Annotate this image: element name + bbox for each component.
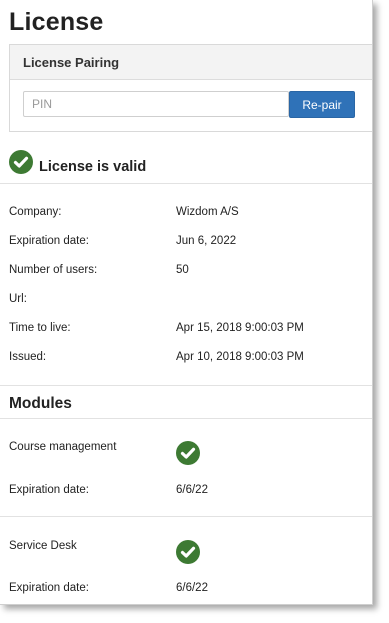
license-pairing-header: License Pairing xyxy=(10,45,372,80)
license-page: License License Pairing Re-pair License … xyxy=(0,0,373,605)
license-status-text: License is valid xyxy=(39,159,147,175)
check-circle-icon xyxy=(9,150,33,174)
page-title: License xyxy=(9,8,104,36)
repair-button[interactable]: Re-pair xyxy=(289,91,355,118)
module-name: Course management xyxy=(9,441,117,453)
module-expiration-value: 6/6/22 xyxy=(176,484,208,496)
detail-value-expiration-date: Jun 6, 2022 xyxy=(176,235,237,247)
detail-label-company: Company: xyxy=(9,206,62,218)
detail-label-issued: Issued: xyxy=(9,351,47,363)
check-circle-icon xyxy=(176,540,200,564)
divider xyxy=(0,516,372,517)
detail-label-expiration-date: Expiration date: xyxy=(9,235,89,247)
module-name: Service Desk xyxy=(9,540,77,552)
divider xyxy=(0,385,372,386)
detail-label-number-of-users: Number of users: xyxy=(9,264,98,276)
license-status: License is valid xyxy=(9,150,146,175)
detail-value-issued: Apr 10, 2018 9:00:03 PM xyxy=(176,351,304,363)
detail-label-time-to-live: Time to live: xyxy=(9,322,71,334)
license-pairing-panel: License Pairing Re-pair xyxy=(9,44,372,132)
pin-input[interactable] xyxy=(23,91,289,117)
module-expiration-label: Expiration date: xyxy=(9,484,89,496)
license-pairing-title: License Pairing xyxy=(23,55,120,70)
check-circle-icon xyxy=(176,441,200,465)
detail-label-url: Url: xyxy=(9,293,27,305)
module-expiration-value: 6/6/22 xyxy=(176,582,208,594)
detail-value-number-of-users: 50 xyxy=(176,264,189,276)
divider xyxy=(0,418,372,419)
detail-value-time-to-live: Apr 15, 2018 9:00:03 PM xyxy=(176,322,304,334)
module-expiration-label: Expiration date: xyxy=(9,582,89,594)
detail-value-company: Wizdom A/S xyxy=(176,206,239,218)
modules-title: Modules xyxy=(9,395,72,412)
divider xyxy=(0,183,372,184)
